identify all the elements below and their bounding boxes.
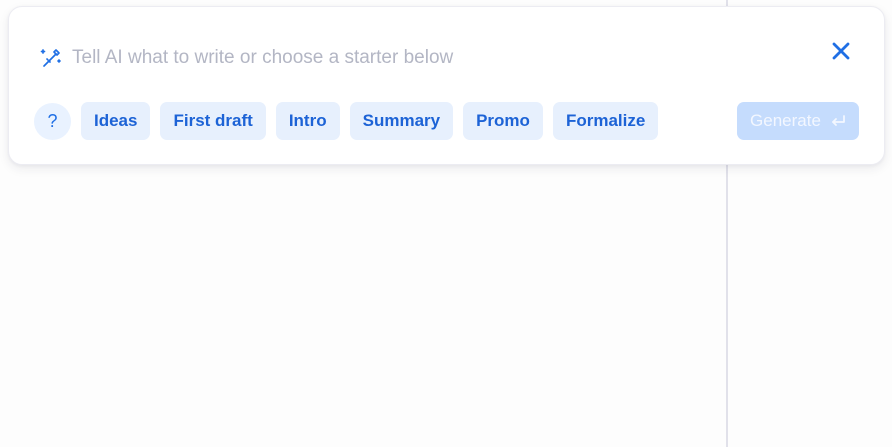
- close-button[interactable]: [829, 41, 853, 65]
- generate-button[interactable]: Generate: [737, 102, 859, 140]
- prompt-input[interactable]: [72, 44, 772, 72]
- magic-wand-icon: [39, 46, 63, 70]
- chip-label: First draft: [173, 111, 253, 130]
- chip-label: Intro: [288, 111, 327, 130]
- generate-label: Generate: [750, 111, 821, 130]
- chip-label: Promo: [476, 111, 530, 130]
- prompt-row: [39, 43, 859, 73]
- starter-chip-ideas[interactable]: Ideas: [81, 102, 151, 140]
- enter-icon: [830, 114, 846, 128]
- help-button[interactable]: ?: [34, 102, 71, 140]
- starter-chip-summary[interactable]: Summary: [349, 102, 454, 140]
- starter-chip-promo[interactable]: Promo: [463, 102, 543, 140]
- chip-label: Summary: [362, 111, 441, 130]
- chip-label: Formalize: [565, 111, 646, 130]
- chip-label: Ideas: [94, 111, 138, 130]
- help-label: ?: [47, 110, 58, 131]
- starter-chip-first-draft[interactable]: First draft: [160, 102, 266, 140]
- close-icon: [831, 41, 851, 66]
- ai-write-panel: ? Ideas First draft Intro Summary Promo …: [8, 6, 885, 165]
- starter-chip-formalize[interactable]: Formalize: [552, 102, 659, 140]
- starter-chip-intro[interactable]: Intro: [275, 102, 340, 140]
- page: ? Ideas First draft Intro Summary Promo …: [0, 0, 892, 447]
- starter-chips: ? Ideas First draft Intro Summary Promo …: [34, 102, 668, 140]
